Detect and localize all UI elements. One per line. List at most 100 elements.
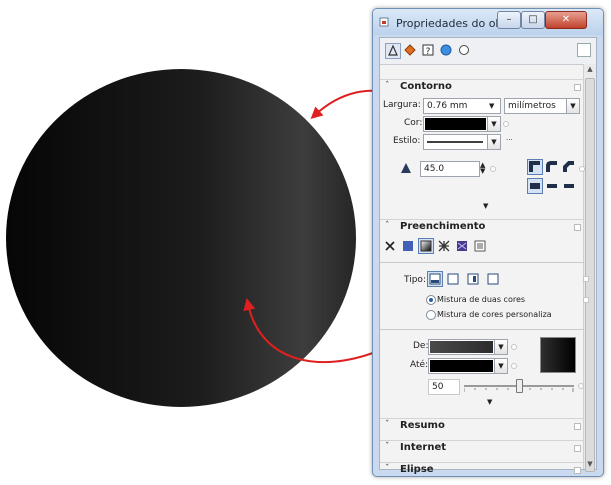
- section-option-icon: [574, 84, 581, 91]
- midpoint-slider-thumb[interactable]: [516, 379, 523, 393]
- minimize-button[interactable]: –: [497, 11, 521, 29]
- largura-label: Largura:: [383, 100, 421, 110]
- ate-label: Até:: [410, 360, 429, 370]
- expand-chevron-icon[interactable]: ˇ: [385, 464, 390, 474]
- section-option-icon: [574, 467, 581, 474]
- section-contorno-header[interactable]: ˆ Contorno: [380, 79, 584, 96]
- panel-menu-icon[interactable]: [577, 43, 591, 57]
- tab-internet-icon[interactable]: [439, 43, 453, 57]
- from-color-chevron-icon[interactable]: ▼: [494, 340, 507, 354]
- section-internet-title: Internet: [400, 442, 447, 453]
- property-tabs: ?: [380, 38, 596, 65]
- custom-blend-label: Mistura de cores personaliza: [437, 310, 552, 319]
- cor-label: Cor:: [404, 118, 423, 128]
- style-chevron-icon[interactable]: ▼: [487, 135, 500, 149]
- tab-outline-icon[interactable]: [385, 43, 401, 59]
- svg-text:?: ?: [426, 47, 431, 57]
- to-color-option-icon: [511, 363, 517, 369]
- fill-separator-2: [380, 329, 584, 330]
- uniform-fill-icon[interactable]: [401, 239, 415, 253]
- cap-round-icon[interactable]: [545, 179, 559, 193]
- postscript-fill-icon[interactable]: [473, 239, 487, 253]
- miter-limit-icon: [401, 163, 411, 173]
- to-color-picker[interactable]: ▼: [428, 358, 508, 374]
- object-properties-icon: [379, 17, 389, 27]
- radial-fountain-icon[interactable]: [446, 272, 460, 286]
- fountain-fill-icon[interactable]: [418, 238, 434, 254]
- more-styles-button[interactable]: ...: [506, 134, 513, 142]
- estilo-label: Estilo:: [393, 136, 421, 146]
- de-label: De:: [413, 341, 429, 351]
- from-color-picker[interactable]: ▼: [428, 339, 508, 355]
- outline-color-picker[interactable]: ▼: [423, 116, 501, 132]
- two-color-blend-label: Mistura de duas cores: [437, 295, 526, 304]
- scrollbar-thumb[interactable]: [585, 78, 595, 472]
- maximize-button[interactable]: □: [521, 11, 545, 29]
- conical-fountain-icon[interactable]: [466, 272, 480, 286]
- title-bar[interactable]: Propriedades do objeto – □ ✕: [373, 9, 603, 35]
- midpoint-value: 50: [432, 382, 444, 392]
- collapse-chevron-icon[interactable]: ˆ: [385, 221, 390, 231]
- section-option-icon: [574, 445, 581, 452]
- no-fill-icon[interactable]: [383, 239, 397, 253]
- section-preenchimento-header[interactable]: ˆ Preenchimento: [380, 219, 584, 236]
- expand-chevron-icon[interactable]: ˇ: [385, 420, 390, 430]
- units-value: milímetros: [508, 101, 556, 111]
- close-icon: ✕: [561, 14, 571, 25]
- fill-preview: [540, 337, 576, 373]
- outline-color-swatch: [425, 118, 486, 130]
- units-chevron-icon[interactable]: ▼: [566, 99, 579, 113]
- to-color-swatch: [430, 360, 493, 372]
- color-chevron-icon[interactable]: ▼: [487, 117, 500, 131]
- corner-miter-icon[interactable]: [527, 159, 543, 175]
- corner-option-icon: [579, 166, 585, 172]
- midpoint-option-icon: [578, 383, 584, 389]
- line-style-preview: [427, 141, 483, 143]
- blend-option-icon: [583, 297, 589, 303]
- scroll-down-icon[interactable]: ▼: [584, 460, 596, 468]
- pattern-fill-icon[interactable]: [437, 239, 451, 253]
- section-contorno-title: Contorno: [400, 81, 452, 92]
- units-dropdown[interactable]: milímetros ▼: [504, 98, 580, 114]
- collapse-chevron-icon[interactable]: ˆ: [385, 81, 390, 91]
- corner-bevel-icon[interactable]: [562, 160, 576, 174]
- line-style-dropdown[interactable]: ▼: [423, 134, 501, 150]
- to-color-chevron-icon[interactable]: ▼: [494, 359, 507, 373]
- properties-panel: ? ▲ ▼ ˆ Contorno Largura: 0.76 mm ▼ milí…: [379, 37, 597, 475]
- minimize-icon: –: [506, 14, 512, 25]
- contorno-expand-icon[interactable]: ▼: [483, 202, 488, 210]
- from-color-option-icon: [511, 344, 517, 350]
- fill-separator: [380, 262, 584, 263]
- linear-fountain-icon[interactable]: [427, 271, 443, 287]
- close-button[interactable]: ✕: [545, 11, 587, 29]
- expand-chevron-icon[interactable]: ˇ: [385, 442, 390, 452]
- from-color-swatch: [430, 341, 493, 353]
- color-option-icon: [503, 121, 509, 127]
- miter-limit-input[interactable]: 45.0: [420, 161, 480, 177]
- ellipse-object[interactable]: [6, 69, 356, 407]
- square-fountain-icon[interactable]: [486, 272, 500, 286]
- preenchimento-expand-icon[interactable]: ▼: [487, 398, 492, 406]
- cap-square-icon[interactable]: [527, 178, 543, 194]
- section-elipse-header[interactable]: ˇ Elipse: [380, 462, 584, 476]
- largura-chevron-icon[interactable]: ▼: [489, 102, 494, 110]
- two-color-blend-radio[interactable]: [426, 295, 436, 305]
- tab-ellipse-icon[interactable]: [457, 43, 471, 57]
- tab-text-icon[interactable]: ?: [421, 43, 435, 57]
- miter-option-icon: [490, 166, 496, 172]
- texture-fill-icon[interactable]: [455, 239, 469, 253]
- miter-spinner-icon[interactable]: ▲ ▼: [480, 162, 485, 175]
- tab-fill-icon[interactable]: [403, 43, 417, 57]
- vertical-scrollbar[interactable]: ▲ ▼: [583, 64, 596, 472]
- cap-butt-icon[interactable]: [562, 179, 576, 193]
- section-elipse-title: Elipse: [400, 464, 434, 475]
- midpoint-input[interactable]: 50: [428, 379, 460, 395]
- corner-round-icon[interactable]: [545, 160, 559, 174]
- object-properties-window[interactable]: Propriedades do objeto – □ ✕ ? ▲ ▼ ˆ Con…: [372, 8, 604, 477]
- miter-limit-value: 45.0: [424, 164, 445, 174]
- section-internet-header[interactable]: ˇ Internet: [380, 440, 584, 457]
- largura-value: 0.76 mm: [427, 101, 468, 111]
- section-resumo-header[interactable]: ˇ Resumo: [380, 418, 584, 435]
- scroll-up-icon[interactable]: ▲: [584, 65, 596, 73]
- custom-blend-radio[interactable]: [426, 310, 436, 320]
